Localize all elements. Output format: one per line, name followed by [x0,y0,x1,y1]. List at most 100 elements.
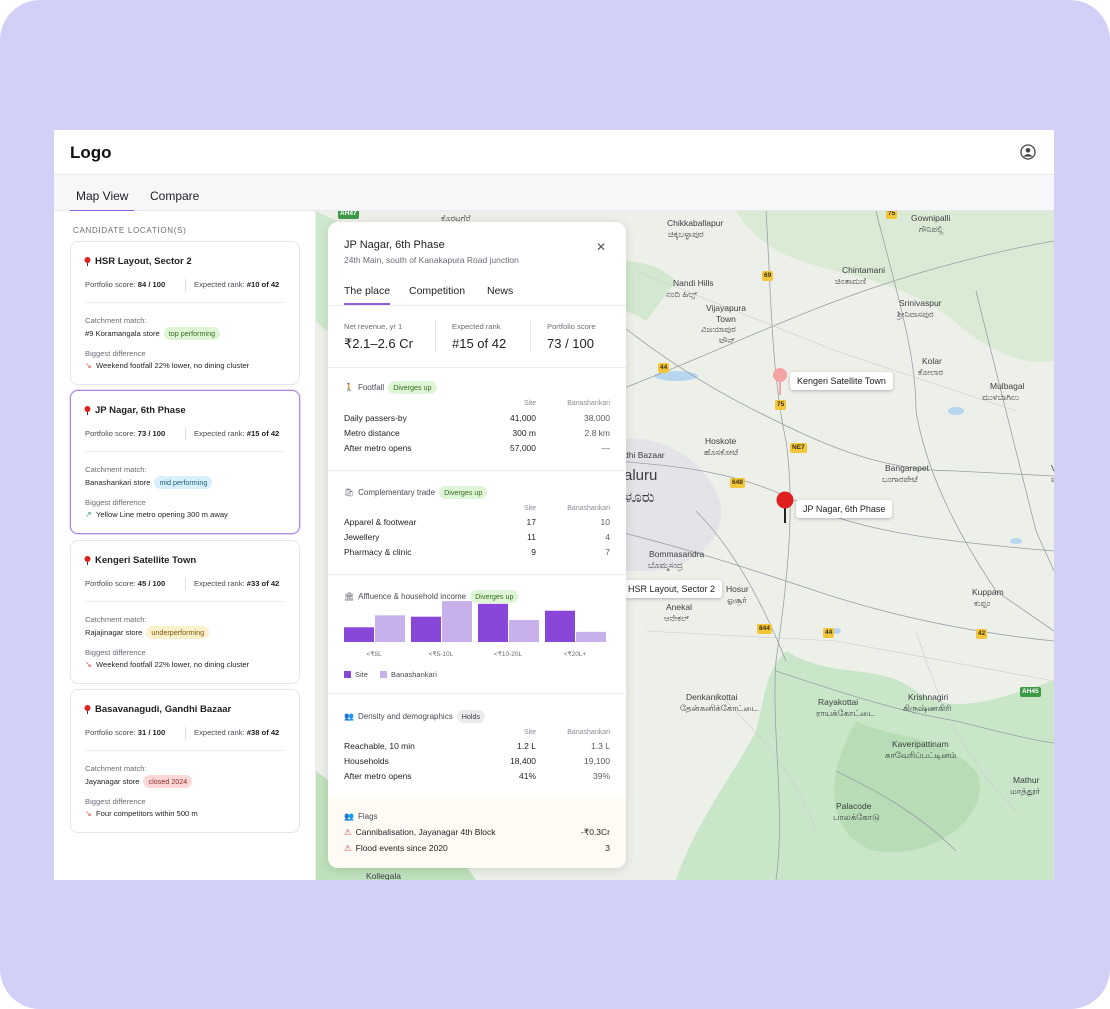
legend-site: Site [344,670,368,679]
bar-site-0 [344,627,374,642]
map-place-label: aluru [624,467,658,484]
difference-value: ↘ Weekend footfall 22% lower, no dining c… [85,660,250,669]
divider [435,320,436,352]
tab-news[interactable]: News [487,285,513,297]
map-place-label: ಳೂರು [624,489,655,506]
table-row: Metro distance 300 m 2.8 km [344,428,610,438]
table-row: Daily passers-by 41,000 38,000 [344,413,610,423]
highway-shield: AH47 [338,211,359,219]
walking-icon: 🚶 [344,383,354,392]
legend-label: Banashankari [391,670,437,679]
candidate-scores: Portfolio score: 73 / 100 Expected rank: … [85,428,280,440]
highway-shield: 75 [775,400,787,410]
map-place-label: Srinivaspur [899,298,942,308]
flag-row: ⚠ Flood events since 2020 3 [344,843,610,854]
user-account-icon[interactable] [1020,144,1036,160]
divider [85,601,285,602]
catchment-label: Catchment match: [85,615,147,624]
map-place-label: Chintamani [842,265,885,275]
close-icon[interactable]: ✕ [596,240,606,254]
map-place-label: Kollegala [366,871,401,880]
map-place-label: Gownipalli [911,213,951,223]
map-place-label: தேன்கனிக்கோட்டை [680,703,759,713]
bar-banashankari-2 [509,619,539,642]
bar-banashankari-1 [442,601,472,642]
x-tick-label: <₹5-10L [428,651,454,658]
map-pin-icon [84,257,91,266]
map-place-label: ವಿಜಯಾಪುರ [701,324,736,334]
bar-site-3 [545,610,575,642]
bar-banashankari-3 [576,631,606,642]
map-place-label: Kolar [922,356,942,366]
section-footfall: 🚶 Footfall Diverges up [344,381,437,394]
highway-shield: 69 [762,271,774,281]
candidate-card[interactable]: JP Nagar, 6th Phase Portfolio score: 73 /… [70,390,300,534]
map-place-label: Hoskote [705,436,737,446]
x-tick-label: <₹10-20L [493,651,523,658]
app-window: Logo Map View Compare CANDIDATE LOCATION… [54,130,1054,880]
map-place-label: ಕುಪ್ಪಂ [974,598,991,608]
kpi-net-revenue: Net revenue, yr 1 ₹2.1–2.6 Cr [344,322,413,352]
candidate-card[interactable]: Kengeri Satellite Town Portfolio score: 4… [70,540,300,684]
legend-swatch [344,671,351,678]
candidate-name: JP Nagar, 6th Phase [84,405,186,416]
section-title: Flags [357,812,378,821]
map-place-label: ಆನೇಕಲ್ [664,613,690,623]
tab-map-view[interactable]: Map View [69,189,136,212]
flag-label: Flood events since 2020 [355,843,448,853]
divider [328,305,626,306]
map-place-label: ಕೋಲಾರ [918,367,944,377]
shopping-bag-icon: 🛍 [344,488,355,497]
kpi-portfolio-score: Portfolio score 73 / 100 [547,322,596,351]
candidate-name: Basavanagudi, Gandhi Bazaar [84,704,231,715]
map-place-label: கிருஷ்ணகிரி [903,703,952,713]
panel-subtitle: 24th Main, south of Kanakapura Road junc… [344,255,519,265]
tab-compare[interactable]: Compare [150,189,199,203]
map-label-kengeri[interactable]: Kengeri Satellite Town [790,372,893,390]
column-header-site: Site [523,505,536,512]
status-badge: Diverges up [388,381,437,394]
difference-label: Biggest difference [85,498,146,507]
sidebar-title: CANDIDATE LOCATION(S) [73,226,187,235]
map-pin-icon [84,705,91,714]
bar-site-1 [411,616,441,642]
warning-icon: ⚠ [344,827,352,837]
map-place-label: Mulbagal [990,381,1025,391]
highway-shield: 648 [730,478,745,488]
candidate-card[interactable]: HSR Layout, Sector 2 Portfolio score: 84 … [70,241,300,385]
map-place-label: ಶ್ರೀನಿವಾಸಪುರ [897,309,934,319]
map-place-label: Hosur [726,584,749,594]
location-detail-panel: JP Nagar, 6th Phase 24th Main, south of … [328,222,626,868]
divider [328,470,626,471]
performance-badge: closed 2024 [143,775,193,788]
map-pin-icon [84,406,91,415]
column-header-compare: Banashankari [567,505,610,512]
map-place-label: ಹೊಸಕೋಟೆ [704,447,739,457]
map-place-label: ಮುಳಬಾಗಿಲು [982,392,1020,402]
difference-value: ↘ Weekend footfall 22% lower, no dining c… [85,361,250,370]
map-place-label: ಚಿಂತಾಮಣಿ [835,276,867,286]
x-tick-label: <₹5L [366,651,382,658]
flag-label: Cannibalisation, Jayanagar 4th Block [355,827,496,837]
kpi-label: Portfolio score [547,322,596,331]
table-row: Apparel & footwear 17 10 [344,517,610,527]
performance-badge: underperforming [146,626,210,639]
map-label-hsr[interactable]: HSR Layout, Sector 2 [620,580,723,598]
catchment-label: Catchment match: [85,764,147,773]
map-marker-jp-nagar[interactable] [776,491,794,525]
map-place-label: ಟೌನ್ [719,335,736,345]
map-label-jp-nagar[interactable]: JP Nagar, 6th Phase [796,500,893,518]
flag-value: 3 [605,843,610,853]
map-marker-kengeri[interactable] [772,367,788,397]
divider [328,574,626,575]
tab-the-place[interactable]: The place [344,285,391,305]
tab-competition[interactable]: Competition [409,285,465,297]
map-place-label: பாலக்கோடு [833,812,880,822]
table-row: Jewellery 11 4 [344,532,610,542]
map-place-label: ಬೊಮ್ಮಸಂದ್ರ [648,560,683,570]
people-icon: 👥 [344,812,354,821]
difference-value: ↗ Yellow Line metro opening 300 m away [85,510,228,519]
candidate-card[interactable]: Basavanagudi, Gandhi Bazaar Portfolio sco… [70,689,300,833]
column-header-compare: Banashankari [567,400,610,407]
highway-shield: NE7 [790,443,807,453]
